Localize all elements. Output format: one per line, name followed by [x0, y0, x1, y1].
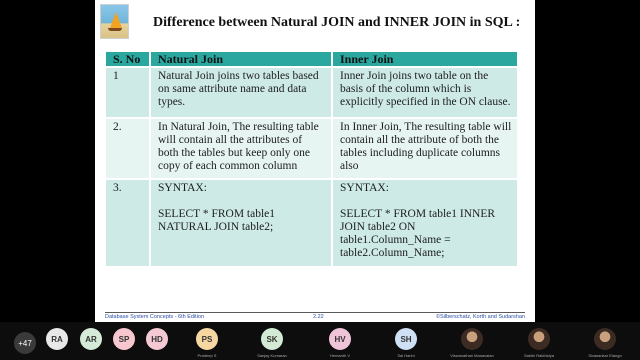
- participant-tile[interactable]: HV Hemanth V: [329, 326, 389, 360]
- participant-name: Sakthi Rakthidya: [523, 353, 554, 358]
- participant-name: Pradeep S: [197, 353, 217, 358]
- participant-tile[interactable]: Viswanathan Manavalan: [450, 326, 521, 360]
- participant-tile[interactable]: SH Sai Harini: [395, 326, 455, 360]
- avatar: HD: [146, 328, 168, 350]
- participant-strip: +47 RA AR SP HD PS Pradeep S SK Sanjay K…: [0, 322, 640, 360]
- row2-sno: 2.: [106, 119, 149, 178]
- row1-natural: Natural Join joins two tables based on s…: [151, 68, 331, 117]
- avatar-photo: [461, 328, 483, 350]
- participant-tile[interactable]: Sakthi Rakthidya: [524, 326, 588, 360]
- row1-sno: 1: [106, 68, 149, 117]
- avatar: SP: [113, 328, 135, 350]
- avatar: SH: [395, 328, 417, 350]
- participant-tile[interactable]: SK Sanjay Kumaran: [257, 326, 321, 360]
- row3-natural: SYNTAX: SELECT * FROM table1 NATURAL JOI…: [151, 180, 331, 266]
- header-natural-join: Natural Join: [151, 52, 331, 66]
- participant-name: Sanjay Kumaran: [257, 353, 287, 358]
- avatar-photo: [594, 328, 616, 350]
- avatar: PS: [196, 328, 218, 350]
- footer-page: 2.22: [313, 314, 324, 320]
- participant-name: Sai Harini: [397, 353, 415, 358]
- avatar: AR: [80, 328, 102, 350]
- header-inner-join: Inner Join: [333, 52, 517, 66]
- participant-tile[interactable]: Sivasankar Elango: [588, 326, 640, 360]
- participant-name: Viswanathan Manavalan: [450, 353, 494, 358]
- avatar: HV: [329, 328, 351, 350]
- row3-sno: 3.: [106, 180, 149, 266]
- slide-footer: Database System Concepts - 6th Edition 2…: [105, 312, 525, 322]
- presentation-slide: Difference between Natural JOIN and INNE…: [95, 0, 535, 322]
- row2-inner: In Inner Join, The resulting table will …: [333, 119, 517, 178]
- avatar: SK: [261, 328, 283, 350]
- footer-book: Database System Concepts - 6th Edition: [105, 314, 205, 320]
- overflow-count-badge[interactable]: +47: [14, 332, 36, 354]
- row1-inner: Inner Join joins two table on the basis …: [333, 68, 517, 117]
- participant-name: Hemanth V: [329, 353, 350, 358]
- row3-inner: SYNTAX: SELECT * FROM table1 INNER JOIN …: [333, 180, 517, 266]
- participant-name: Sivasankar Elango: [588, 353, 622, 358]
- header-sno: S. No: [106, 52, 149, 66]
- avatar: RA: [46, 328, 68, 350]
- sailboat-logo: [100, 4, 129, 39]
- avatar-photo: [528, 328, 550, 350]
- footer-copyright: ©Silberschatz, Korth and Sudarshan: [435, 314, 525, 320]
- row2-natural: In Natural Join, The resulting table wil…: [151, 119, 331, 178]
- comparison-table: S. No Natural Join Inner Join 1 Natural …: [106, 52, 526, 266]
- slide-title: Difference between Natural JOIN and INNE…: [153, 15, 521, 30]
- sail-shape: [110, 12, 122, 28]
- footer-rule: [105, 312, 525, 313]
- hull-shape: [108, 28, 122, 31]
